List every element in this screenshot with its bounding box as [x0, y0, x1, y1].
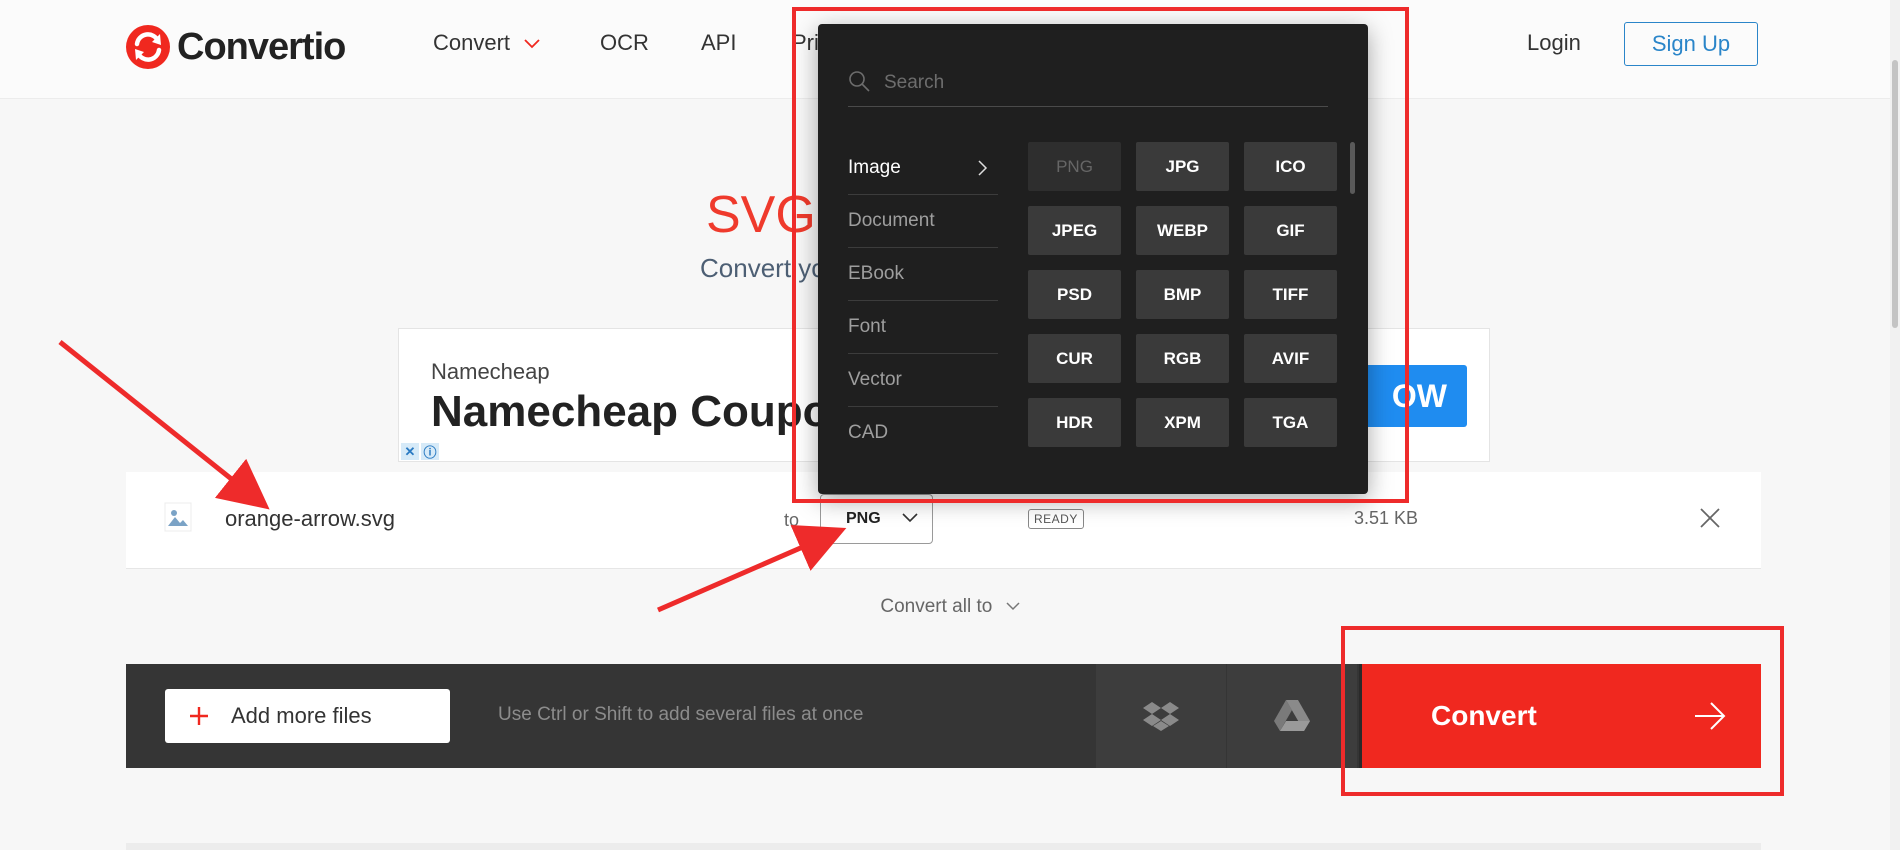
- category-vector[interactable]: Vector: [848, 354, 998, 407]
- convert-button-label: Convert: [1431, 700, 1537, 731]
- format-option-hdr[interactable]: HDR: [1028, 398, 1121, 447]
- format-option-jpeg[interactable]: JPEG: [1028, 206, 1121, 255]
- to-label: to: [784, 510, 800, 530]
- format-search-placeholder: Search: [884, 72, 945, 93]
- format-option-rgb[interactable]: RGB: [1136, 334, 1229, 383]
- logo-text: Convertio: [177, 25, 346, 68]
- category-label: CAD: [848, 422, 889, 443]
- nav-convert-label: Convert: [433, 30, 511, 55]
- format-category-list: Image Document EBook Font Vector CAD: [848, 142, 998, 460]
- chevron-right-icon: [978, 160, 988, 176]
- search-icon: [849, 71, 870, 92]
- convert-all-row: Convert all to: [0, 596, 1900, 618]
- category-font[interactable]: Font: [848, 301, 998, 354]
- file-name: orange-arrow.svg: [225, 506, 395, 531]
- ad-advertiser: Namecheap: [431, 359, 550, 384]
- convertio-logo-icon: [126, 25, 170, 69]
- format-option-psd[interactable]: PSD: [1028, 270, 1121, 319]
- file-size: 3.51 KB: [1354, 508, 1419, 528]
- dropbox-button[interactable]: [1096, 664, 1226, 768]
- format-search-field[interactable]: Search: [848, 58, 1328, 107]
- output-format-select[interactable]: PNG: [820, 494, 933, 544]
- ad-choices: ✕ ⓘ: [401, 443, 439, 460]
- format-option-cur[interactable]: CUR: [1028, 334, 1121, 383]
- format-option-jpg[interactable]: JPG: [1136, 142, 1229, 191]
- plus-icon: [190, 707, 208, 725]
- category-label: Document: [848, 210, 935, 231]
- ad-info-icon[interactable]: ⓘ: [421, 443, 439, 460]
- page-subtitle: Convert yo: [700, 253, 826, 283]
- add-more-files-label: Add more files: [231, 703, 372, 728]
- dropdown-scrollbar[interactable]: [1350, 142, 1355, 194]
- format-option-webp[interactable]: WEBP: [1136, 206, 1229, 255]
- category-label: Vector: [848, 369, 902, 390]
- add-more-files-button[interactable]: Add more files: [165, 689, 450, 743]
- google-drive-icon: [1274, 700, 1310, 731]
- convert-all-dropdown[interactable]: Convert all to: [880, 596, 1020, 617]
- format-option-avif[interactable]: AVIF: [1244, 334, 1337, 383]
- category-image[interactable]: Image: [848, 142, 998, 195]
- close-icon[interactable]: [1698, 506, 1722, 530]
- signup-button[interactable]: Sign Up: [1624, 22, 1758, 66]
- output-format-value: PNG: [846, 510, 881, 527]
- convert-button[interactable]: Convert: [1359, 664, 1761, 768]
- bottom-section-edge: [126, 843, 1761, 850]
- logo[interactable]: Convertio: [125, 24, 346, 70]
- upload-toolbar: Add more files Use Ctrl or Shift to add …: [126, 664, 1761, 768]
- toolbar-hint: Use Ctrl or Shift to add several files a…: [498, 704, 864, 725]
- format-option-xpm[interactable]: XPM: [1136, 398, 1229, 447]
- ad-close-icon[interactable]: ✕: [401, 443, 419, 460]
- page-scrollbar-thumb[interactable]: [1892, 60, 1898, 328]
- format-option-gif[interactable]: GIF: [1244, 206, 1337, 255]
- format-option-png[interactable]: PNG: [1028, 142, 1121, 191]
- nav-ocr[interactable]: OCR: [600, 30, 649, 56]
- login-link[interactable]: Login: [1527, 30, 1581, 56]
- chevron-down-icon: [902, 513, 918, 523]
- format-option-tga[interactable]: TGA: [1244, 398, 1337, 447]
- convert-all-label: Convert all to: [880, 596, 993, 617]
- ad-cta-button[interactable]: OW: [1364, 365, 1467, 427]
- arrow-right-icon: [1695, 702, 1726, 730]
- chevron-down-icon: [524, 39, 540, 49]
- format-option-tiff[interactable]: TIFF: [1244, 270, 1337, 319]
- chevron-down-icon: [1006, 602, 1020, 611]
- nav-pricing[interactable]: Pri: [792, 30, 819, 56]
- category-label: Font: [848, 316, 887, 337]
- format-dropdown-menu: Search Image Document EBook Font Vector …: [818, 24, 1368, 494]
- category-cad[interactable]: CAD: [848, 407, 998, 460]
- category-label: EBook: [848, 263, 904, 284]
- dropbox-icon: [1143, 702, 1179, 731]
- category-label: Image: [848, 157, 901, 178]
- format-option-bmp[interactable]: BMP: [1136, 270, 1229, 319]
- google-drive-button[interactable]: [1227, 664, 1357, 768]
- format-option-ico[interactable]: ICO: [1244, 142, 1337, 191]
- image-file-icon: [164, 502, 192, 532]
- format-grid: PNG JPG ICO JPEG WEBP GIF PSD BMP TIFF C…: [1028, 142, 1337, 447]
- nav-api[interactable]: API: [701, 30, 736, 56]
- category-ebook[interactable]: EBook: [848, 248, 998, 301]
- category-document[interactable]: Document: [848, 195, 998, 248]
- status-badge: READY: [1028, 509, 1084, 529]
- ad-headline: Namecheap Coupo: [431, 387, 830, 436]
- nav-convert[interactable]: Convert: [433, 30, 540, 56]
- page-scrollbar[interactable]: [1890, 0, 1900, 850]
